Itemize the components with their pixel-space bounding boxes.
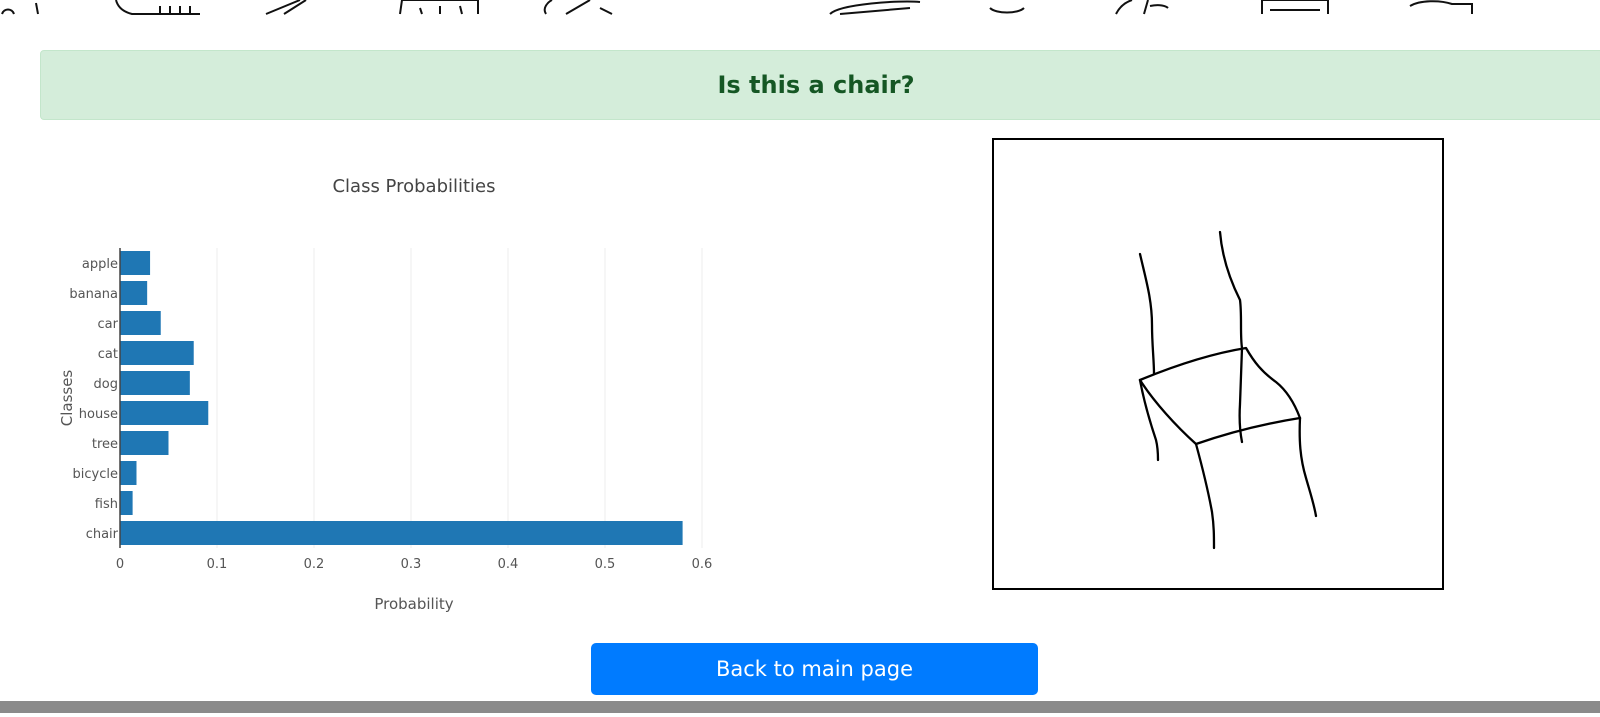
y-tick-label-cat: cat bbox=[98, 347, 118, 362]
doodle-fragment bbox=[159, 6, 191, 14]
bar-bicycle[interactable] bbox=[120, 461, 137, 485]
doodle-fragment bbox=[1, 8, 15, 15]
x-tick-label: 0.1 bbox=[207, 557, 228, 572]
y-tick-label-bicycle: bicycle bbox=[73, 467, 118, 482]
x-tick-label: 0.3 bbox=[401, 557, 422, 572]
doodle-strip bbox=[0, 0, 1600, 16]
bar-chair[interactable] bbox=[120, 521, 683, 545]
x-tick-label: 0.5 bbox=[595, 557, 616, 572]
y-tick-label-apple: apple bbox=[82, 257, 118, 272]
banner-question: Is this a chair? bbox=[717, 71, 915, 99]
probability-chart: Class Probabilities apple banana car cat dog… bbox=[40, 140, 740, 620]
doodle-fragment bbox=[115, 0, 200, 15]
chart-grid bbox=[216, 248, 703, 548]
x-tick-label: 0 bbox=[116, 557, 124, 572]
chart-title: Class Probabilities bbox=[332, 176, 495, 197]
y-tick-label-tree: tree bbox=[92, 437, 118, 452]
bar-banana[interactable] bbox=[120, 281, 148, 305]
y-tick-label-car: car bbox=[98, 317, 119, 332]
x-tick-labels: 0 0.1 0.2 0.3 0.4 0.5 0.6 bbox=[116, 557, 712, 572]
y-tick-label-chair: chair bbox=[86, 527, 119, 542]
bar-car[interactable] bbox=[120, 311, 161, 335]
bar-fish[interactable] bbox=[120, 491, 133, 515]
drawing-canvas[interactable] bbox=[992, 138, 1444, 590]
chart-bars bbox=[120, 251, 683, 545]
doodle-fragment bbox=[1261, 0, 1329, 14]
back-button-label: Back to main page bbox=[715, 657, 913, 681]
back-to-main-button[interactable]: Back to main page bbox=[591, 643, 1038, 695]
doodle-fragment bbox=[829, 0, 921, 15]
doodle-fragment bbox=[543, 0, 613, 15]
bar-dog[interactable] bbox=[120, 371, 190, 395]
y-tick-label-dog: dog bbox=[94, 377, 118, 392]
horizontal-scrollbar[interactable] bbox=[0, 701, 1600, 713]
doodle-fragment bbox=[1115, 0, 1169, 15]
y-axis-title: Classes bbox=[58, 370, 76, 427]
doodle-fragment bbox=[35, 2, 39, 15]
y-tick-label-house: house bbox=[79, 407, 118, 422]
bar-apple[interactable] bbox=[120, 251, 151, 275]
doodle-fragment bbox=[1409, 0, 1473, 14]
x-tick-label: 0.6 bbox=[692, 557, 713, 572]
doodle-fragment bbox=[399, 0, 479, 15]
chair-sketch bbox=[1138, 230, 1318, 550]
bar-cat[interactable] bbox=[120, 341, 194, 365]
x-tick-label: 0.4 bbox=[498, 557, 519, 572]
doodle-fragment bbox=[265, 0, 307, 15]
x-tick-label: 0.2 bbox=[304, 557, 325, 572]
doodle-fragment bbox=[989, 7, 1025, 14]
y-tick-labels: apple banana car cat dog house tree bicycle fish… bbox=[69, 257, 118, 542]
bar-house[interactable] bbox=[120, 401, 209, 425]
result-banner: Is this a chair? bbox=[40, 50, 1600, 120]
y-tick-label-fish: fish bbox=[95, 497, 118, 512]
bar-tree[interactable] bbox=[120, 431, 169, 455]
x-axis-title: Probability bbox=[374, 595, 453, 613]
y-tick-label-banana: banana bbox=[69, 287, 118, 302]
